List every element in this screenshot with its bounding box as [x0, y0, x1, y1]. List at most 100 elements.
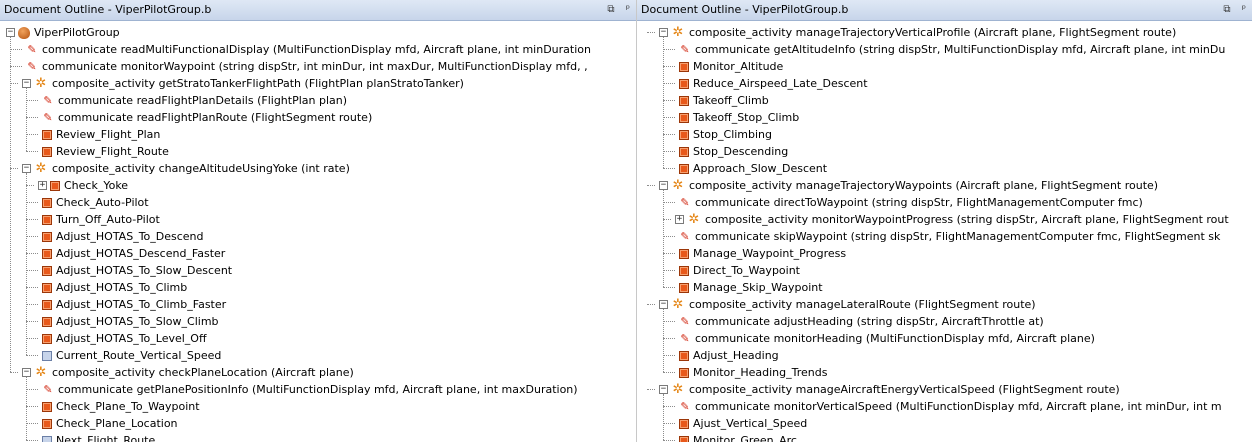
tree-node[interactable]: ✎ communicate readFlightPlanRoute (Flight…: [38, 109, 372, 126]
tree-node[interactable]: Stop_Descending: [675, 143, 788, 160]
tree-connector: [26, 202, 38, 203]
float-window-icon[interactable]: ⧉: [607, 4, 614, 15]
collapse-toggle-icon[interactable]: −: [22, 79, 31, 88]
tree-node[interactable]: − ✲ composite_activity manageLateralRoute …: [659, 296, 1036, 313]
tree-connector: [26, 423, 38, 424]
tree-node[interactable]: ✎ communicate monitorWaypoint (string dis…: [22, 58, 587, 75]
activity-icon: [679, 265, 689, 276]
tree-node[interactable]: Manage_Waypoint_Progress: [675, 245, 846, 262]
tree-node-label: Adjust_HOTAS_To_Slow_Climb: [56, 315, 219, 328]
activity-icon: [42, 333, 52, 344]
composite-activity-icon: ✲: [35, 76, 47, 91]
collapse-toggle-icon[interactable]: −: [22, 164, 31, 173]
tree-connector: [26, 355, 38, 356]
tree-connector: [663, 321, 675, 322]
tree-node[interactable]: Stop_Climbing: [675, 126, 772, 143]
collapse-toggle-icon[interactable]: −: [6, 28, 15, 37]
tree-node[interactable]: Current_Route_Vertical_Speed: [38, 347, 221, 364]
tree-node[interactable]: Review_Flight_Route: [38, 143, 169, 160]
tree-node[interactable]: Manage_Skip_Waypoint: [675, 279, 823, 296]
tree-node[interactable]: Monitor_Green_Arc: [675, 432, 797, 442]
tree-node[interactable]: Adjust_HOTAS_Descend_Faster: [38, 245, 225, 262]
tree-connector: [663, 270, 675, 271]
tree-node-label: communicate readFlightPlanDetails (Fligh…: [58, 94, 348, 107]
tree-node[interactable]: ✎ communicate skipWaypoint (string dispSt…: [675, 228, 1220, 245]
communicate-icon: ✎: [680, 230, 690, 243]
tree-node[interactable]: Monitor_Altitude: [675, 58, 783, 75]
tree-connector: [26, 321, 38, 322]
tree-node[interactable]: Adjust_HOTAS_To_Slow_Climb: [38, 313, 219, 330]
tree-node[interactable]: Review_Flight_Plan: [38, 126, 160, 143]
tree-node-label: Current_Route_Vertical_Speed: [56, 349, 222, 362]
tree-node[interactable]: Adjust_HOTAS_To_Climb: [38, 279, 187, 296]
tree-connector: [663, 440, 675, 441]
tree-node-label: composite_activity changeAltitudeUsingYo…: [52, 162, 350, 175]
tree-node[interactable]: − ✲ composite_activity manageTrajectoryVer…: [659, 24, 1176, 41]
tree-node[interactable]: ✎ communicate adjustHeading (string dispS…: [675, 313, 1044, 330]
tree-node[interactable]: − ✲ composite_activity manageTrajectoryWay…: [659, 177, 1158, 194]
tree-node-label: communicate adjustHeading (string dispSt…: [695, 315, 1044, 328]
tree-node-label: Manage_Skip_Waypoint: [693, 281, 823, 294]
tree-node[interactable]: Direct_To_Waypoint: [675, 262, 800, 279]
tree-node[interactable]: − ✲ composite_activity manageAircraftEnerg…: [659, 381, 1120, 398]
tree-node[interactable]: ✎ communicate directToWaypoint (string di…: [675, 194, 1142, 211]
tree-node[interactable]: Approach_Slow_Descent: [675, 160, 827, 177]
tree-node[interactable]: ✎ communicate getAltitudeInfo (string dis…: [675, 41, 1225, 58]
tree-node[interactable]: − ✲ composite_activity getStratoTankerFlig…: [22, 75, 464, 92]
tree-connector: [663, 151, 675, 152]
expand-toggle-icon[interactable]: +: [38, 181, 47, 190]
tree-node[interactable]: Adjust_HOTAS_To_Climb_Faster: [38, 296, 226, 313]
tree-node[interactable]: Adjust_Heading: [675, 347, 779, 364]
composite-activity-icon: ✲: [672, 382, 684, 397]
tree-node[interactable]: ✎ communicate monitorVerticalSpeed (Multi…: [675, 398, 1221, 415]
tree-node[interactable]: ✎ communicate readFlightPlanDetails (Flig…: [38, 92, 347, 109]
tree-node[interactable]: Monitor_Heading_Trends: [675, 364, 827, 381]
tree-node[interactable]: Reduce_Airspeed_Late_Descent: [675, 75, 868, 92]
tree-node-label: composite_activity manageTrajectoryVerti…: [689, 26, 1177, 39]
tree-node[interactable]: Check_Plane_To_Waypoint: [38, 398, 200, 415]
tree-node[interactable]: Next_Flight_Route: [38, 432, 155, 442]
tree-connector: [26, 406, 38, 407]
tree-node[interactable]: + ✲ composite_activity monitorWaypointProg…: [675, 211, 1229, 228]
pin-window-icon[interactable]: ᵖ: [1242, 4, 1246, 15]
tree-node[interactable]: − ✲ composite_activity changeAltitudeUsing…: [22, 160, 350, 177]
tree-node[interactable]: Takeoff_Climb: [675, 92, 769, 109]
tree-node[interactable]: Check_Plane_Location: [38, 415, 178, 432]
activity-icon: [42, 282, 52, 293]
tree-node[interactable]: ✎ communicate getPlanePositionInfo (Multi…: [38, 381, 577, 398]
tree-node[interactable]: Turn_Off_Auto-Pilot: [38, 211, 160, 228]
tree-node[interactable]: Adjust_HOTAS_To_Slow_Descent: [38, 262, 232, 279]
activity-icon: [42, 316, 52, 327]
tree-node-label: composite_activity monitorWaypointProgre…: [705, 213, 1229, 226]
collapse-toggle-icon[interactable]: −: [659, 300, 668, 309]
tree-node[interactable]: − ✲ composite_activity checkPlaneLocation …: [22, 364, 354, 381]
tree-node[interactable]: Takeoff_Stop_Climb: [675, 109, 799, 126]
tree-connector: [10, 66, 22, 67]
tree-connector: [663, 83, 675, 84]
expand-toggle-icon[interactable]: +: [675, 215, 684, 224]
collapse-toggle-icon[interactable]: −: [659, 181, 668, 190]
composite-activity-icon: ✲: [672, 297, 684, 312]
tree-node[interactable]: Ajust_Vertical_Speed: [675, 415, 807, 432]
tree-node[interactable]: ✎ communicate monitorHeading (MultiFuncti…: [675, 330, 1095, 347]
tree-node[interactable]: − ViperPilotGroup: [6, 24, 120, 41]
tree-guide-line: [663, 37, 664, 168]
collapse-toggle-icon[interactable]: −: [22, 368, 31, 377]
communicate-icon: ✎: [27, 60, 37, 73]
tree-node[interactable]: Adjust_HOTAS_To_Level_Off: [38, 330, 207, 347]
communicate-icon: ✎: [680, 400, 690, 413]
collapse-toggle-icon[interactable]: −: [659, 385, 668, 394]
tree-node[interactable]: ✎ communicate readMultiFunctionalDisplay …: [22, 41, 591, 58]
collapse-toggle-icon[interactable]: −: [659, 28, 668, 37]
communicate-icon: ✎: [680, 332, 690, 345]
tree-node[interactable]: + Check_Yoke: [38, 177, 128, 194]
tree-node[interactable]: Check_Auto-Pilot: [38, 194, 149, 211]
tree-node-label: Review_Flight_Plan: [56, 128, 161, 141]
tree-node[interactable]: Adjust_HOTAS_To_Descend: [38, 228, 204, 245]
float-window-icon[interactable]: ⧉: [1223, 4, 1230, 15]
tree-connector: [26, 219, 38, 220]
pin-window-icon[interactable]: ᵖ: [626, 4, 630, 15]
tree-connector: [26, 185, 34, 186]
tree-node-label: Ajust_Vertical_Speed: [693, 417, 808, 430]
tree-guide-line: [663, 309, 664, 372]
